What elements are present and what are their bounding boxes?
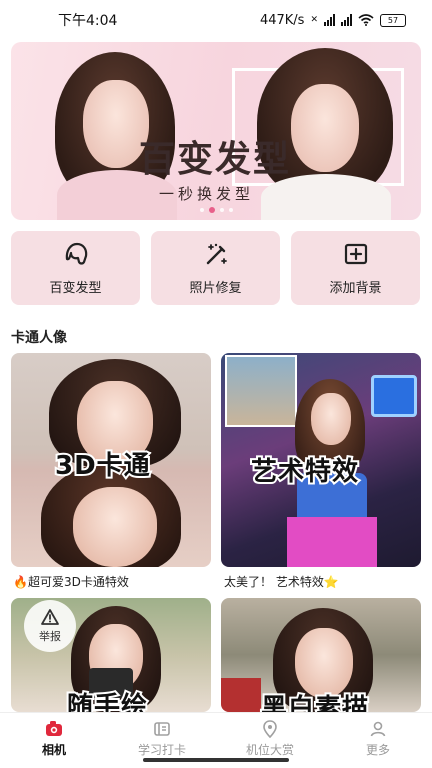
carousel-dots[interactable]: [11, 207, 421, 213]
section-title: 卡通人像: [11, 330, 67, 346]
net-speed: 447K/s: [259, 12, 305, 28]
battery-icon: 57: [380, 13, 406, 27]
carousel-dot[interactable]: [219, 208, 224, 212]
effect-card-art[interactable]: 艺术特效: [221, 353, 421, 567]
card-tag: 黑白素描: [259, 692, 370, 712]
magic-wand-icon: [206, 243, 227, 265]
nav-label: 学习打卡: [137, 743, 186, 757]
signal-icon-2: [341, 14, 352, 26]
carousel-dot-active[interactable]: [208, 207, 215, 213]
effect-card-bw-sketch[interactable]: 黑白素描: [221, 598, 421, 712]
quick-action-label: 添加背景: [329, 281, 382, 296]
quick-action-photo-repair[interactable]: 照片修复: [151, 231, 280, 305]
status-icons: 447K/s ✕ 57: [260, 13, 406, 28]
card-tag: 随手绘: [65, 690, 149, 712]
nav-tab-camera[interactable]: 相机: [0, 713, 108, 768]
status-bar: 下午4:04 447K/s ✕ 57: [0, 0, 432, 40]
book-icon: [154, 722, 170, 736]
vibrate-off-icon: ✕: [310, 15, 318, 25]
hero-banner[interactable]: 百变发型 一秒换发型: [11, 42, 421, 220]
location-pin-icon: [263, 720, 277, 739]
nav-label: 机位大赏: [245, 743, 294, 757]
add-square-icon: [344, 243, 367, 265]
quick-action-label: 百变发型: [49, 281, 102, 296]
quick-action-hairstyle[interactable]: 百变发型: [11, 231, 140, 305]
home-indicator[interactable]: [143, 758, 289, 762]
quick-action-label: 照片修复: [189, 281, 242, 296]
report-label: 举报: [39, 630, 61, 643]
nav-label: 更多: [365, 743, 390, 757]
camera-icon: [46, 721, 62, 736]
status-time: 下午4:04: [58, 13, 118, 29]
warning-icon: [41, 609, 59, 625]
quick-action-add-background[interactable]: 添加背景: [291, 231, 420, 305]
wifi-icon: [358, 14, 374, 26]
carousel-dot[interactable]: [228, 208, 233, 212]
report-button[interactable]: 举报: [24, 600, 76, 652]
signal-icon: [324, 14, 335, 26]
card-caption: 🔥超可爱3D卡通特效: [13, 575, 129, 589]
nav-tab-more[interactable]: 更多: [324, 713, 432, 768]
hairstyle-icon: [65, 242, 87, 265]
card-caption: 太美了！ 艺术特效⭐: [224, 575, 339, 589]
effect-card-3d-cartoon[interactable]: 3D卡通: [11, 353, 211, 567]
banner-subtitle: 一秒换发型: [159, 185, 255, 203]
banner-title: 百变发型: [139, 138, 292, 180]
card-tag: 3D卡通: [53, 449, 152, 483]
nav-label: 相机: [41, 743, 66, 757]
card-tag: 艺术特效: [249, 455, 360, 489]
user-icon: [370, 721, 386, 737]
carousel-dot[interactable]: [199, 208, 204, 212]
